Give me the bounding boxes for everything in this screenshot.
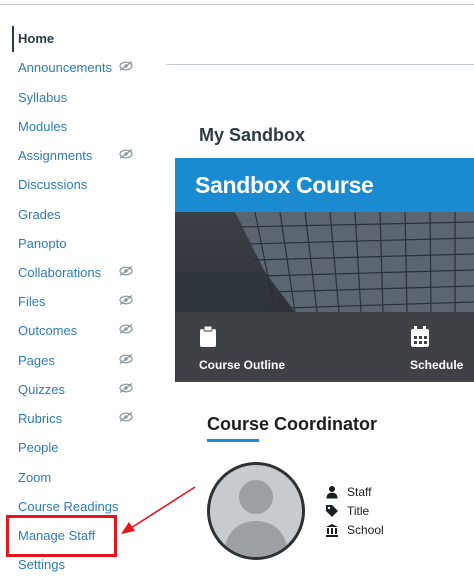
heading-underline [207,439,259,442]
staff-label: Staff [347,485,372,499]
nav-item-pages[interactable]: Pages [0,348,160,372]
nav-item-announcements[interactable]: Announcements [0,55,160,79]
nav-item-modules[interactable]: Modules [0,114,160,138]
nav-item-people[interactable]: People [0,435,160,459]
nav-item-syllabus[interactable]: Syllabus [0,85,160,109]
coordinator-school: School [325,522,384,538]
title-label: Title [347,504,370,518]
hidden-eye-icon [119,324,133,334]
hidden-eye-icon [119,412,133,422]
coordinator-staff: Staff [325,484,371,500]
nav-item-zoom[interactable]: Zoom [0,465,160,489]
nav-item-grades[interactable]: Grades [0,202,160,226]
hidden-eye-icon [119,266,133,276]
tile-course-outline[interactable]: Course Outline [199,358,285,372]
top-divider [0,4,474,5]
nav-item-outcomes[interactable]: Outcomes [0,318,160,342]
banner-title: Sandbox Course [195,172,374,198]
coordinator-heading: Course Coordinator [207,414,378,434]
institution-icon [326,524,338,537]
school-label: School [347,523,384,537]
person-placeholder-icon [224,480,288,557]
tile-schedule[interactable]: Schedule [410,358,463,372]
nav-item-panopto[interactable]: Panopto [0,231,160,255]
nav-item-home[interactable]: Home [0,26,160,50]
manage-staff-highlight [6,515,117,557]
nav-item-assignments[interactable]: Assignments [0,143,160,167]
course-hero-image [175,212,474,382]
hidden-eye-icon [119,295,133,305]
hidden-eye-icon [119,383,133,393]
tag-icon [326,505,338,517]
hidden-eye-icon [119,149,133,159]
building-photo [175,212,474,382]
content-divider [166,64,474,65]
nav-item-quizzes[interactable]: Quizzes [0,377,160,401]
nav-item-collaborations[interactable]: Collaborations [0,260,160,284]
hidden-eye-icon [119,61,133,71]
clipboard-icon [200,326,216,347]
course-banner: Sandbox Course [175,158,474,212]
nav-item-rubrics[interactable]: Rubrics [0,406,160,430]
nav-item-files[interactable]: Files [0,289,160,313]
nav-item-discussions[interactable]: Discussions [0,172,160,196]
coordinator-title: Title [325,503,369,519]
hidden-eye-icon [119,354,133,364]
page-title: My Sandbox [199,125,306,145]
calendar-icon [411,326,429,347]
person-icon [326,486,338,499]
avatar [207,462,305,560]
